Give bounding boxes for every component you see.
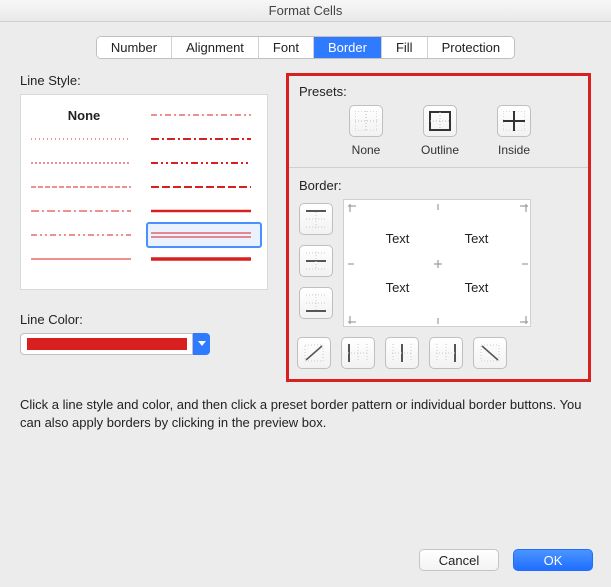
window-title: Format Cells: [0, 0, 611, 22]
border-diag-down-button[interactable]: [473, 337, 507, 369]
preview-cell: Text: [437, 263, 516, 312]
line-style-option[interactable]: [147, 103, 261, 127]
preset-inside-icon: [503, 111, 525, 131]
tab-protection[interactable]: Protection: [428, 37, 515, 58]
border-bottom-icon: [306, 294, 326, 312]
line-style-option[interactable]: [147, 175, 261, 199]
ok-button[interactable]: OK: [513, 549, 593, 571]
preset-none-icon: [355, 111, 377, 131]
preset-inside-label: Inside: [498, 143, 530, 157]
border-top-button[interactable]: [299, 203, 333, 235]
border-diag-down-icon: [480, 344, 500, 362]
line-style-option[interactable]: [147, 247, 261, 271]
preview-cell: Text: [358, 214, 437, 263]
line-color-value: [27, 338, 187, 350]
border-vmiddle-button[interactable]: [385, 337, 419, 369]
border-label: Border:: [299, 178, 578, 193]
border-left-icon: [348, 344, 368, 362]
tab-font[interactable]: Font: [259, 37, 314, 58]
preset-none-button[interactable]: [349, 105, 383, 137]
line-color-label: Line Color:: [20, 312, 268, 327]
presets-label: Presets:: [299, 84, 578, 99]
chevron-down-icon[interactable]: [193, 333, 210, 355]
border-preview[interactable]: Text Text Text Text: [343, 199, 531, 327]
tab-alignment[interactable]: Alignment: [172, 37, 259, 58]
line-style-option[interactable]: [147, 127, 261, 151]
border-diag-up-button[interactable]: [297, 337, 331, 369]
tab-segment: Number Alignment Font Border Fill Protec…: [96, 36, 515, 59]
border-bottom-button[interactable]: [299, 287, 333, 319]
border-right-icon: [436, 344, 456, 362]
line-style-selected[interactable]: [147, 223, 261, 247]
line-style-option[interactable]: [27, 151, 141, 175]
tab-number[interactable]: Number: [97, 37, 172, 58]
preset-inside-button[interactable]: [497, 105, 531, 137]
line-style-option[interactable]: [27, 127, 141, 151]
preview-cell: Text: [358, 263, 437, 312]
line-color-picker[interactable]: [20, 333, 268, 355]
line-style-option[interactable]: [27, 199, 141, 223]
preset-outline-button[interactable]: [423, 105, 457, 137]
line-style-box: None: [20, 94, 268, 290]
border-diag-up-icon: [304, 344, 324, 362]
border-right-button[interactable]: [429, 337, 463, 369]
tab-bar: Number Alignment Font Border Fill Protec…: [0, 36, 611, 59]
line-color-swatch: [20, 333, 193, 355]
border-hmiddle-button[interactable]: [299, 245, 333, 277]
preset-none-label: None: [352, 143, 381, 157]
line-style-option[interactable]: [27, 247, 141, 271]
preset-outline-label: Outline: [421, 143, 459, 157]
border-hmiddle-icon: [306, 252, 326, 270]
line-style-option[interactable]: [147, 151, 261, 175]
preview-cell: Text: [437, 214, 516, 263]
border-vmiddle-icon: [392, 344, 412, 362]
line-style-label: Line Style:: [20, 73, 268, 88]
line-style-none-label: None: [68, 108, 101, 123]
line-style-none[interactable]: None: [27, 103, 141, 127]
cancel-button[interactable]: Cancel: [419, 549, 499, 571]
tab-border[interactable]: Border: [314, 37, 382, 58]
line-style-option[interactable]: [147, 199, 261, 223]
help-text: Click a line style and color, and then c…: [20, 396, 591, 432]
line-style-option[interactable]: [27, 223, 141, 247]
border-left-button[interactable]: [341, 337, 375, 369]
preset-outline-icon: [429, 111, 451, 131]
presets-border-panel: Presets: None: [286, 73, 591, 382]
tab-fill[interactable]: Fill: [382, 37, 428, 58]
divider: [289, 167, 588, 168]
border-top-icon: [306, 210, 326, 228]
line-style-option[interactable]: [27, 175, 141, 199]
